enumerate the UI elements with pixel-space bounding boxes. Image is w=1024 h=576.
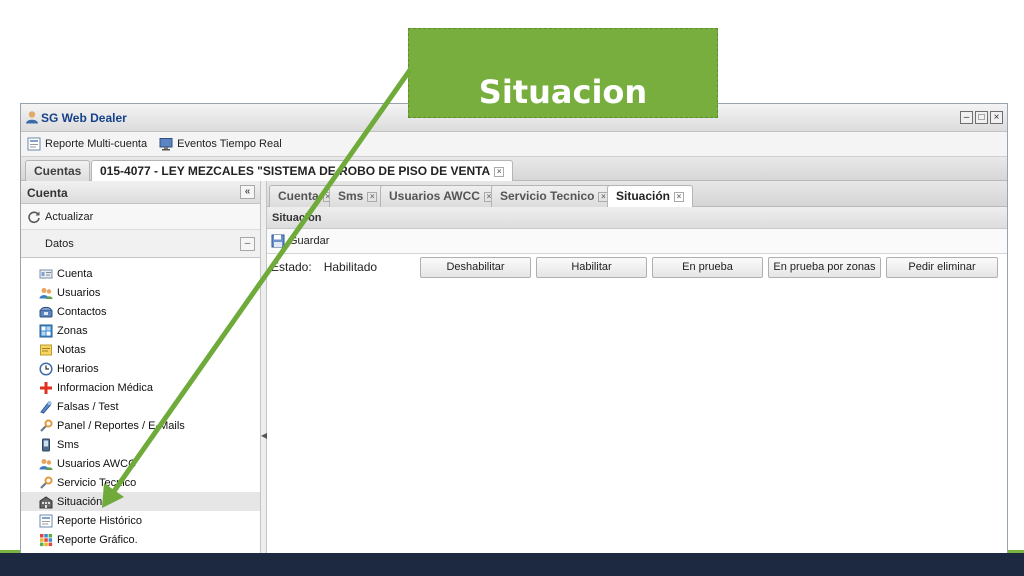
- callout-arrow: [102, 68, 413, 508]
- arrow-line: [109, 68, 413, 496]
- arrow-head: [102, 483, 124, 508]
